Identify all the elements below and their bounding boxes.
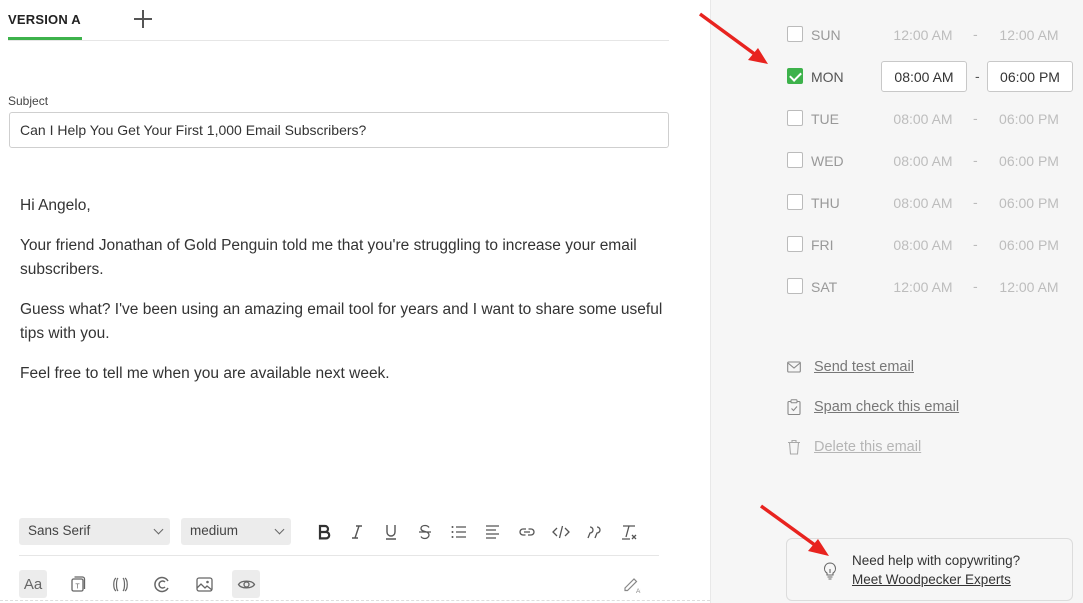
body-paragraph-3: Feel free to tell me when you are availa… — [20, 365, 390, 382]
end-time: 12:00 AM — [999, 279, 1059, 295]
delete-email-label: Delete this email — [814, 439, 922, 455]
body-paragraph-2: Guess what? I've been using an amazing e… — [20, 301, 663, 342]
day-checkbox[interactable] — [787, 236, 803, 252]
formatting-toolbar: Sans Serif medium — [19, 518, 659, 556]
secondary-toolbar: Aa T AI — [19, 570, 659, 598]
subject-input[interactable] — [9, 112, 669, 148]
start-time: 08:00 AM — [893, 237, 953, 253]
preview-eye-icon[interactable] — [232, 570, 260, 598]
day-row-thu: THU 08:00 AM - 06:00 PM — [787, 187, 1077, 217]
chevron-down-icon — [274, 524, 285, 535]
time-separator: - — [973, 152, 978, 168]
time-separator: - — [973, 26, 978, 42]
day-checkbox[interactable] — [787, 278, 803, 294]
plus-icon[interactable] — [133, 9, 153, 29]
day-name: SUN — [811, 27, 841, 43]
image-icon[interactable] — [190, 570, 218, 598]
start-time: 08:00 AM — [893, 111, 953, 127]
start-time: 08:00 AM — [893, 195, 953, 211]
end-time: 06:00 PM — [999, 195, 1059, 211]
tab-version-a[interactable]: VERSION A — [8, 12, 81, 27]
bold-icon[interactable] — [312, 520, 336, 544]
start-time: 08:00 AM — [893, 153, 953, 169]
day-checkbox[interactable] — [787, 194, 803, 210]
font-size-select[interactable]: medium — [181, 518, 291, 545]
version-tabs: VERSION A — [8, 0, 669, 41]
start-time: 12:00 AM — [893, 279, 953, 295]
end-time: 06:00 PM — [999, 111, 1059, 127]
start-time: 12:00 AM — [893, 27, 953, 43]
time-separator: - — [973, 236, 978, 252]
spam-check-link[interactable]: Spam check this email — [787, 396, 959, 418]
underline-icon[interactable] — [379, 520, 403, 544]
day-row-sat: SAT 12:00 AM - 12:00 AM — [787, 271, 1077, 301]
day-name: FRI — [811, 237, 834, 253]
list-icon[interactable] — [447, 520, 471, 544]
email-body[interactable]: Hi Angelo, Your friend Jonathan of Gold … — [20, 194, 670, 402]
body-paragraph-1: Your friend Jonathan of Gold Penguin tol… — [20, 237, 637, 278]
align-icon[interactable] — [481, 520, 505, 544]
active-tab-indicator — [8, 37, 82, 40]
time-separator: - — [975, 68, 980, 84]
template-icon[interactable]: T — [63, 570, 91, 598]
help-question: Need help with copywriting? — [852, 553, 1021, 568]
send-test-email-link[interactable]: Send test email — [787, 356, 914, 378]
settings-pane: SUN 12:00 AM -12:00 AM MON 08:00 AM -06:00 PM… — [710, 0, 1083, 603]
spam-check-label: Spam check this email — [814, 399, 960, 415]
day-name: SAT — [811, 279, 838, 295]
clipboard-check-icon — [787, 399, 801, 415]
day-checkbox[interactable] — [787, 110, 803, 126]
text-style-icon[interactable]: Aa — [19, 570, 47, 598]
time-separator: - — [973, 110, 978, 126]
day-row-mon: MON 08:00 AM -06:00 PM — [787, 61, 1077, 92]
time-separator: - — [973, 194, 978, 210]
font-family-value: Sans Serif — [28, 523, 91, 538]
body-greeting: Hi Angelo, — [20, 197, 91, 214]
day-row-sun: SUN 12:00 AM - 12:00 AM — [787, 19, 1077, 49]
start-time[interactable]: 08:00 AM — [881, 61, 967, 92]
day-name: TUE — [811, 111, 839, 127]
day-name: THU — [811, 195, 840, 211]
clear-format-icon[interactable] — [617, 520, 641, 544]
delete-email-link[interactable]: Delete this email — [787, 436, 921, 458]
variable-icon[interactable] — [106, 570, 134, 598]
day-row-fri: FRI 08:00 AM - 06:00 PM — [787, 229, 1077, 259]
day-row-tue: TUE 08:00 AM - 06:00 PM — [787, 103, 1077, 133]
time-separator: - — [973, 278, 978, 294]
ai-pen-icon[interactable]: AI — [617, 570, 645, 598]
text-style-label: Aa — [23, 575, 43, 593]
link-icon[interactable] — [515, 520, 539, 544]
end-time: 12:00 AM — [999, 27, 1059, 43]
spintax-icon[interactable] — [148, 570, 176, 598]
day-checkbox[interactable] — [787, 26, 803, 42]
envelope-icon — [787, 361, 801, 373]
send-test-email-label: Send test email — [814, 359, 914, 375]
strikethrough-icon[interactable] — [413, 520, 437, 544]
meet-experts-link[interactable]: Meet Woodpecker Experts — [852, 572, 1011, 587]
day-checkbox[interactable] — [787, 68, 803, 84]
end-time: 06:00 PM — [999, 237, 1059, 253]
day-name: MON — [811, 69, 844, 85]
svg-text:AI: AI — [636, 588, 641, 594]
subject-label: Subject — [8, 94, 49, 108]
italic-icon[interactable] — [345, 520, 369, 544]
chevron-down-icon — [153, 524, 164, 535]
copywriting-help-box: Need help with copywriting? Meet Woodpec… — [786, 538, 1073, 601]
email-editor-pane: VERSION A Subject Hi Angelo, Your friend… — [0, 0, 710, 603]
day-name: WED — [811, 153, 844, 169]
font-family-select[interactable]: Sans Serif — [19, 518, 170, 545]
svg-text:T: T — [75, 583, 80, 590]
trash-icon — [788, 439, 800, 455]
day-checkbox[interactable] — [787, 152, 803, 168]
day-row-wed: WED 08:00 AM - 06:00 PM — [787, 145, 1077, 175]
lightbulb-icon — [823, 562, 837, 580]
end-time[interactable]: 06:00 PM — [987, 61, 1073, 92]
quote-icon[interactable] — [583, 520, 607, 544]
code-icon[interactable] — [549, 520, 573, 544]
font-size-value: medium — [190, 523, 239, 538]
end-time: 06:00 PM — [999, 153, 1059, 169]
